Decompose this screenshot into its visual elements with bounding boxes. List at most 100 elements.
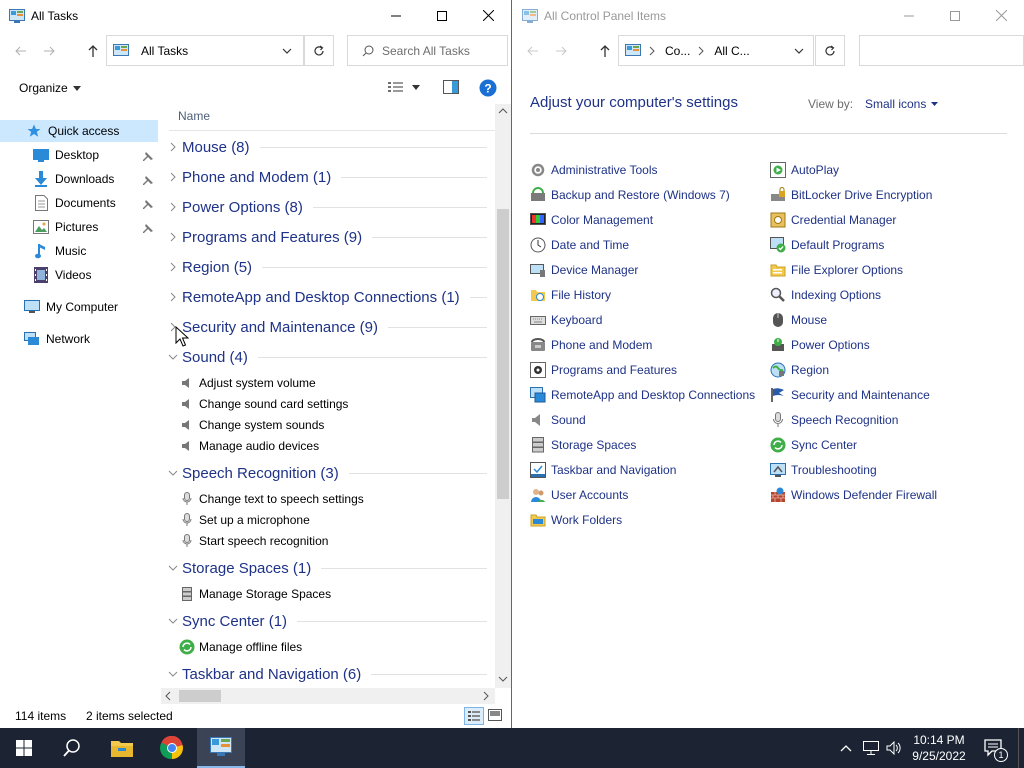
organize-button[interactable]: Organize: [19, 81, 81, 95]
group-header[interactable]: Programs and Features (9): [161, 225, 495, 249]
show-hidden-icons-button[interactable]: [836, 728, 856, 768]
group-header[interactable]: Power Options (8): [161, 195, 495, 219]
cp-item-autoplay[interactable]: AutoPlay: [770, 158, 839, 182]
cp-item-credential-manager[interactable]: Credential Manager: [770, 208, 896, 232]
task-item[interactable]: Adjust system volume: [179, 373, 316, 393]
cp-item-speech-recognition[interactable]: Speech Recognition: [770, 408, 898, 432]
taskbar-control-panel[interactable]: [197, 728, 245, 768]
cp-item-file-explorer-options[interactable]: File Explorer Options: [770, 258, 903, 282]
forward-button[interactable]: [552, 42, 570, 60]
group-header[interactable]: Taskbar and Navigation (6): [161, 662, 495, 686]
nav-item-videos[interactable]: Videos: [33, 264, 91, 286]
refresh-button[interactable]: [815, 35, 845, 66]
nav-network[interactable]: Network: [24, 328, 90, 350]
cp-item-taskbar-and-navigation[interactable]: Taskbar and Navigation: [530, 458, 676, 482]
change-view-button[interactable]: [388, 81, 420, 93]
nav-item-documents[interactable]: Documents: [33, 192, 116, 214]
cp-item-keyboard[interactable]: Keyboard: [530, 308, 602, 332]
taskbar-file-explorer[interactable]: [98, 728, 146, 768]
group-header[interactable]: RemoteApp and Desktop Connections (1): [161, 285, 495, 309]
cp-item-troubleshooting[interactable]: Troubleshooting: [770, 458, 877, 482]
maximize-button[interactable]: [932, 0, 978, 31]
minimize-button[interactable]: [373, 0, 419, 31]
back-button[interactable]: [12, 42, 30, 60]
close-button[interactable]: [978, 0, 1024, 31]
cp-item-backup-and-restore[interactable]: Backup and Restore (Windows 7): [530, 183, 730, 207]
scroll-right-icon[interactable]: [483, 691, 489, 701]
group-header[interactable]: Security and Maintenance (9): [161, 315, 495, 339]
task-item[interactable]: Manage audio devices: [179, 436, 319, 456]
task-item[interactable]: Manage Storage Spaces: [179, 584, 331, 604]
group-header[interactable]: Mouse (8): [161, 135, 495, 159]
task-item[interactable]: Set up a microphone: [179, 510, 310, 530]
scroll-left-icon[interactable]: [165, 691, 171, 701]
breadcrumb-item[interactable]: Co...: [665, 44, 690, 58]
address-dropdown-button[interactable]: [279, 36, 295, 66]
scroll-down-icon[interactable]: [498, 676, 508, 682]
cp-item-power-options[interactable]: Power Options: [770, 333, 870, 357]
search-button[interactable]: [48, 728, 96, 768]
cp-item-programs-and-features[interactable]: Programs and Features: [530, 358, 677, 382]
task-item[interactable]: Change system sounds: [179, 415, 324, 435]
show-desktop-button[interactable]: [1018, 728, 1024, 768]
close-button[interactable]: [465, 0, 511, 31]
scroll-thumb[interactable]: [179, 690, 221, 702]
cp-item-sound[interactable]: Sound: [530, 408, 586, 432]
cp-item-region[interactable]: Region: [770, 358, 829, 382]
cp-item-phone-and-modem[interactable]: Phone and Modem: [530, 333, 652, 357]
cp-item-work-folders[interactable]: Work Folders: [530, 508, 622, 532]
address-bar[interactable]: All Tasks: [106, 35, 304, 66]
minimize-button[interactable]: [886, 0, 932, 31]
title-bar[interactable]: All Control Panel Items: [513, 0, 1024, 31]
task-item[interactable]: Manage offline files: [179, 637, 302, 657]
column-header-name[interactable]: Name: [178, 109, 210, 123]
nav-item-desktop[interactable]: Desktop: [33, 144, 99, 166]
task-item[interactable]: Change text to speech settings: [179, 489, 364, 509]
system-clock[interactable]: 10:14 PM 9/25/2022: [900, 732, 978, 764]
address-bar[interactable]: Co... All C...: [618, 35, 814, 66]
taskbar-chrome[interactable]: [148, 728, 196, 768]
cp-item-user-accounts[interactable]: User Accounts: [530, 483, 628, 507]
breadcrumb-item[interactable]: All C...: [714, 44, 749, 58]
view-by-dropdown[interactable]: Small icons: [865, 97, 939, 111]
breadcrumb[interactable]: All Tasks: [141, 44, 188, 58]
group-header[interactable]: Region (5): [161, 255, 495, 279]
group-header[interactable]: Sound (4): [161, 345, 495, 369]
cp-item-default-programs[interactable]: Default Programs: [770, 233, 884, 257]
task-item[interactable]: Change sound card settings: [179, 394, 348, 414]
cp-item-color-management[interactable]: Color Management: [530, 208, 653, 232]
cp-item-mouse[interactable]: Mouse: [770, 308, 827, 332]
task-item[interactable]: Start speech recognition: [179, 531, 328, 551]
cp-item-sync-center[interactable]: Sync Center: [770, 433, 857, 457]
up-button[interactable]: [84, 42, 102, 60]
cp-item-security-and-maintenance[interactable]: Security and Maintenance: [770, 383, 930, 407]
network-tray-button[interactable]: [860, 728, 882, 768]
scroll-thumb[interactable]: [497, 209, 509, 499]
cp-item-storage-spaces[interactable]: Storage Spaces: [530, 433, 636, 457]
cp-item-administrative-tools[interactable]: Administrative Tools: [530, 158, 658, 182]
vertical-scrollbar[interactable]: [495, 104, 511, 688]
cp-item-file-history[interactable]: File History: [530, 283, 611, 307]
nav-item-pictures[interactable]: Pictures: [33, 216, 98, 238]
scroll-up-icon[interactable]: [498, 108, 508, 114]
up-button[interactable]: [596, 42, 614, 60]
cp-item-windows-defender-firewall[interactable]: Windows Defender Firewall: [770, 483, 937, 507]
group-header[interactable]: Sync Center (1): [161, 609, 495, 633]
search-box[interactable]: Search All Tasks: [347, 35, 508, 66]
forward-button[interactable]: [40, 42, 58, 60]
back-button[interactable]: [524, 42, 542, 60]
preview-pane-button[interactable]: [443, 80, 459, 97]
search-box[interactable]: [859, 35, 1024, 66]
group-header[interactable]: Speech Recognition (3): [161, 461, 495, 485]
large-icons-view-toggle[interactable]: [488, 709, 502, 724]
cp-item-device-manager[interactable]: Device Manager: [530, 258, 638, 282]
action-center-button[interactable]: 1: [980, 728, 1008, 768]
cp-item-indexing-options[interactable]: Indexing Options: [770, 283, 881, 307]
nav-quick-access[interactable]: Quick access: [0, 120, 158, 142]
details-view-toggle[interactable]: [464, 707, 484, 725]
title-bar[interactable]: All Tasks: [0, 0, 511, 31]
group-header[interactable]: Storage Spaces (1): [161, 556, 495, 580]
maximize-button[interactable]: [419, 0, 465, 31]
horizontal-scrollbar[interactable]: [161, 688, 495, 704]
refresh-button[interactable]: [304, 35, 334, 66]
